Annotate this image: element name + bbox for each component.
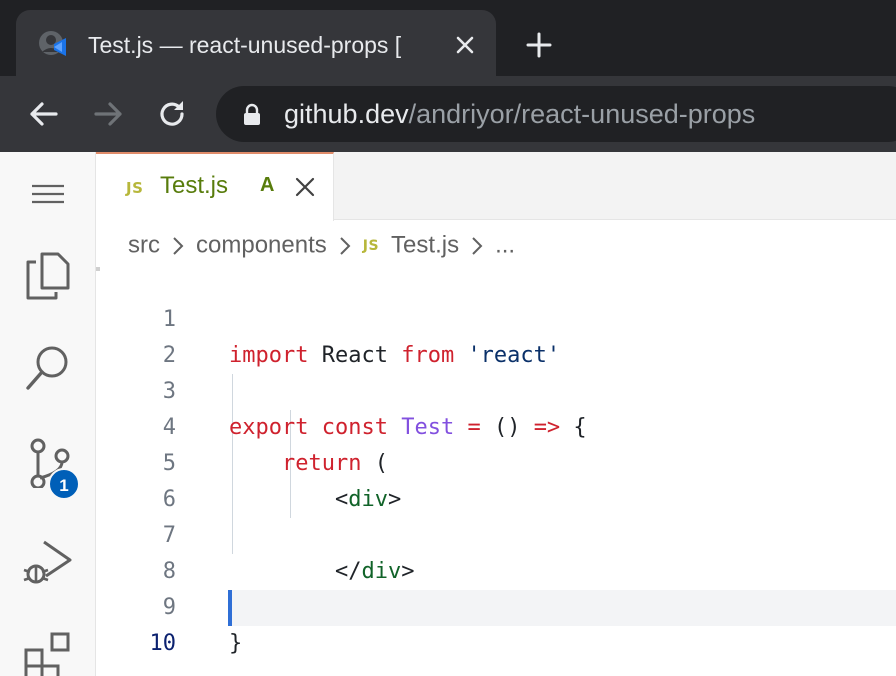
url-text: github.dev/andriyor/react-unused-props <box>284 86 755 142</box>
activity-bar: 1 <box>0 152 96 676</box>
source-control-badge: 1 <box>48 468 80 500</box>
code-line: 10 <box>96 590 896 656</box>
close-tab-icon[interactable] <box>450 30 480 60</box>
editor-tab-filename: Test.js <box>160 172 229 199</box>
code-line: 9 } <box>96 554 896 656</box>
code-line: 3 export const Test = () => { <box>96 338 896 440</box>
browser-tab[interactable]: Test.js — react-unused-props [ <box>16 10 496 76</box>
breadcrumb-more[interactable]: ... <box>495 232 515 259</box>
extensions-icon <box>24 632 70 676</box>
code-line: 8 ) <box>96 518 896 620</box>
url-host: github.dev <box>284 99 409 129</box>
code-line: 6 <box>96 446 896 512</box>
close-editor-icon[interactable] <box>294 176 316 198</box>
editor-tab-test-js[interactable]: JS Test.js A <box>96 152 334 221</box>
code-editor[interactable]: 1 import React from 'react' 2 3 export c… <box>96 266 896 676</box>
address-bar[interactable]: github.dev/andriyor/react-unused-props <box>216 86 896 142</box>
explorer-button[interactable] <box>0 234 96 306</box>
breadcrumb: src components JS Test.js... <box>128 228 515 262</box>
breadcrumb-src[interactable]: src <box>128 232 160 259</box>
text-cursor <box>228 590 232 626</box>
editor-tabs-bar: JS Test.js A <box>96 152 896 221</box>
tab-title-fade <box>420 28 454 62</box>
chevron-right-icon <box>340 236 351 255</box>
breadcrumb-components[interactable]: components <box>196 232 327 259</box>
menu-icon <box>32 184 64 204</box>
code-line: 7 </div> <box>96 482 896 584</box>
forward-arrow-icon[interactable] <box>90 96 126 132</box>
browser-toolbar: github.dev/andriyor/react-unused-props <box>0 76 896 152</box>
breadcrumb-test-js[interactable]: Test.js <box>391 232 459 259</box>
back-arrow-icon[interactable] <box>26 96 62 132</box>
reload-icon[interactable] <box>154 96 190 132</box>
code-line: 2 <box>96 302 896 368</box>
chevron-right-icon <box>173 236 184 255</box>
new-tab-icon[interactable] <box>522 28 556 62</box>
code-line: 1 import React from 'react' <box>96 266 896 368</box>
js-file-icon: JS <box>126 179 144 197</box>
code-text: } <box>229 631 243 656</box>
vscode-github-favicon-icon <box>39 31 66 56</box>
browser-tab-strip: Test.js — react-unused-props [ <box>0 0 896 76</box>
menu-button[interactable] <box>0 154 96 226</box>
code-line: 5 <div> <box>96 410 896 512</box>
vscode-workbench: 1 JS Test.js A src components JS Test.js… <box>0 152 896 676</box>
line-number: 10 <box>149 631 177 656</box>
git-added-status: A <box>260 174 275 196</box>
search-button[interactable] <box>0 328 96 400</box>
search-icon <box>26 346 68 390</box>
url-path: /andriyor/react-unused-props <box>408 99 756 129</box>
chevron-right-icon <box>472 236 483 255</box>
source-control-button[interactable]: 1 <box>0 422 96 500</box>
extensions-button[interactable] <box>0 614 96 676</box>
explorer-icon <box>26 252 70 300</box>
js-file-icon: JS <box>362 237 380 254</box>
lock-icon <box>244 103 260 125</box>
run-debug-icon <box>23 540 72 584</box>
browser-tab-title: Test.js — react-unused-props [ <box>88 32 402 58</box>
code-line: 4 return ( <box>96 374 896 476</box>
run-debug-button[interactable] <box>0 522 96 594</box>
